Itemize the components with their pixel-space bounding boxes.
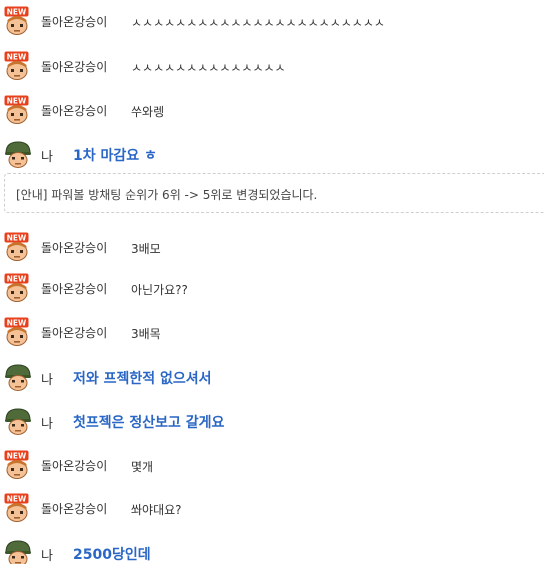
new-badge-label: NEW [7,495,27,504]
soldier-avatar-icon [5,364,31,391]
chat-message: NEW 돌아온강승이 3배모 [0,232,544,266]
chat-message: NEW 돌아온강승이 쑤와렝 [0,95,544,129]
new-member-avatar-icon: NEW [4,450,29,479]
chat-text: ㅅㅅㅅㅅㅅㅅㅅㅅㅅㅅㅅㅅㅅㅅ [131,61,286,75]
chat-message: NEW 돌아온강승이 ㅅㅅㅅㅅㅅㅅㅅㅅㅅㅅㅅㅅㅅㅅㅅㅅㅅㅅㅅㅅㅅㅅㅅ [0,6,544,40]
new-badge-label: NEW [7,97,27,106]
chat-nickname[interactable]: 나 [41,369,53,388]
new-member-avatar-icon: NEW [4,51,29,80]
chat-nickname[interactable]: 돌아온강승이 [41,13,107,30]
chat-text: 저와 프젝한적 없으셔서 [73,371,212,387]
chat-text: 쏴야대요? [131,503,182,517]
chat-message: NEW 돌아온강승이 아닌가요?? [0,273,544,307]
soldier-avatar-icon [5,141,31,168]
notice-text: [안내] 파워볼 방채팅 순위가 6위 -> 5위로 변경되었습니다. [16,188,318,202]
my-chat-message: 나 저와 프젝한적 없으셔서 [0,362,544,396]
chat-message: NEW 돌아온강승이 쏴야대요? [0,493,544,527]
new-badge-label: NEW [7,53,27,62]
chat-text: 3배모 [131,242,161,256]
chat-nickname[interactable]: 돌아온강승이 [41,500,107,517]
my-chat-message: 나 첫프젝은 정산보고 갈게요 [0,406,544,440]
new-member-avatar-icon: NEW [4,6,29,35]
new-badge-label: NEW [7,275,27,284]
new-member-avatar-icon: NEW [4,317,29,346]
new-member-avatar-icon: NEW [4,232,29,261]
chat-text: ㅅㅅㅅㅅㅅㅅㅅㅅㅅㅅㅅㅅㅅㅅㅅㅅㅅㅅㅅㅅㅅㅅㅅ [131,16,385,30]
chat-nickname[interactable]: 돌아온강승이 [41,280,107,297]
chat-message: NEW 돌아온강승이 3배목 [0,317,544,351]
system-notice: [안내] 파워볼 방채팅 순위가 6위 -> 5위로 변경되었습니다. [4,173,544,213]
chat-text: 첫프젝은 정산보고 갈게요 [73,415,225,431]
chat-text: 몇개 [131,460,154,474]
chat-nickname[interactable]: 나 [41,146,53,165]
my-chat-message: 나 1차 마감요 ㅎ [0,139,544,173]
chat-nickname[interactable]: 나 [41,413,53,432]
new-badge-label: NEW [7,8,27,17]
chat-nickname[interactable]: 돌아온강승이 [41,58,107,75]
new-member-avatar-icon: NEW [4,273,29,302]
chat-text: 1차 마감요 ㅎ [73,148,157,164]
new-member-avatar-icon: NEW [4,95,29,124]
soldier-avatar-icon [5,540,31,564]
new-member-avatar-icon: NEW [4,493,29,522]
soldier-avatar-icon [5,408,31,435]
chat-message: NEW 돌아온강승이 ㅅㅅㅅㅅㅅㅅㅅㅅㅅㅅㅅㅅㅅㅅ [0,51,544,85]
my-chat-message: 나 2500당인데 [0,538,544,564]
chat-nickname[interactable]: 돌아온강승이 [41,239,107,256]
chat-nickname[interactable]: 나 [41,545,53,564]
chat-text: 2500당인데 [73,547,151,563]
chat-nickname[interactable]: 돌아온강승이 [41,324,107,341]
chat-nickname[interactable]: 돌아온강승이 [41,457,107,474]
new-badge-label: NEW [7,452,27,461]
chat-message: NEW 돌아온강승이 몇개 [0,450,544,484]
chat-nickname[interactable]: 돌아온강승이 [41,102,107,119]
chat-text: 아닌가요?? [131,283,188,297]
chat-text: 쑤와렝 [131,105,165,119]
chat-log: NEW 돌아온강승이 ㅅㅅㅅㅅㅅㅅㅅㅅㅅㅅㅅㅅㅅㅅㅅㅅㅅㅅㅅㅅㅅㅅㅅ NEW 돌… [0,0,544,564]
new-badge-label: NEW [7,234,27,243]
chat-text: 3배목 [131,327,161,341]
new-badge-label: NEW [7,319,27,328]
